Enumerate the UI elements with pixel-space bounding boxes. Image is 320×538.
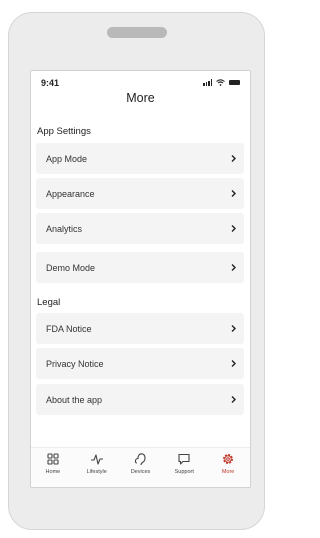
row-label: Appearance — [46, 188, 95, 199]
page-title: More — [126, 91, 155, 105]
tab-label: Home — [45, 469, 61, 475]
chevron-right-icon — [231, 325, 236, 332]
section-title-app-settings: App Settings — [37, 126, 91, 137]
tab-label: Support — [174, 469, 194, 475]
row-appearance[interactable]: Appearance — [36, 178, 244, 209]
chevron-right-icon — [231, 225, 236, 232]
section-title-legal: Legal — [37, 297, 61, 308]
status-time: 9:41 — [41, 78, 60, 88]
chevron-right-icon — [231, 155, 236, 162]
row-about-the-app[interactable]: About the app — [36, 384, 244, 415]
row-demo-mode[interactable]: Demo Mode — [36, 252, 244, 283]
tab-bar: Home Lifestyle Devices Support More — [31, 447, 250, 487]
status-icons — [203, 79, 240, 86]
row-app-mode[interactable]: App Mode — [36, 143, 244, 174]
gear-icon — [223, 454, 234, 464]
chevron-right-icon — [231, 396, 236, 403]
row-label: About the app — [46, 394, 103, 405]
chevron-right-icon — [231, 360, 236, 367]
tab-home[interactable]: Home — [33, 452, 73, 475]
row-label: FDA Notice — [46, 323, 92, 334]
tab-devices[interactable]: Devices — [120, 452, 160, 475]
chat-bubble-icon — [178, 453, 190, 465]
row-fda-notice[interactable]: FDA Notice — [36, 313, 244, 344]
grid-icon — [47, 453, 59, 465]
chevron-right-icon — [231, 264, 236, 271]
pulse-icon — [90, 454, 103, 465]
tab-label: Devices — [130, 469, 151, 475]
tab-support[interactable]: Support — [164, 452, 204, 475]
tab-label: Lifestyle — [86, 469, 107, 475]
phone-screen: 9:41 More App Settings App Mode Appearan… — [30, 70, 251, 488]
wifi-icon — [216, 79, 225, 86]
tab-lifestyle[interactable]: Lifestyle — [77, 452, 117, 475]
row-privacy-notice[interactable]: Privacy Notice — [36, 348, 244, 379]
row-label: Demo Mode — [46, 262, 96, 273]
tab-label: More — [221, 469, 235, 475]
phone-speaker — [107, 27, 167, 38]
signal-icon — [203, 79, 212, 86]
row-label: Analytics — [46, 223, 83, 234]
row-analytics[interactable]: Analytics — [36, 213, 244, 244]
row-label: Privacy Notice — [46, 358, 104, 369]
battery-icon — [229, 80, 240, 85]
hearing-aid-icon — [135, 453, 147, 466]
chevron-right-icon — [231, 190, 236, 197]
tab-more[interactable]: More — [208, 452, 248, 475]
row-label: App Mode — [46, 153, 88, 164]
